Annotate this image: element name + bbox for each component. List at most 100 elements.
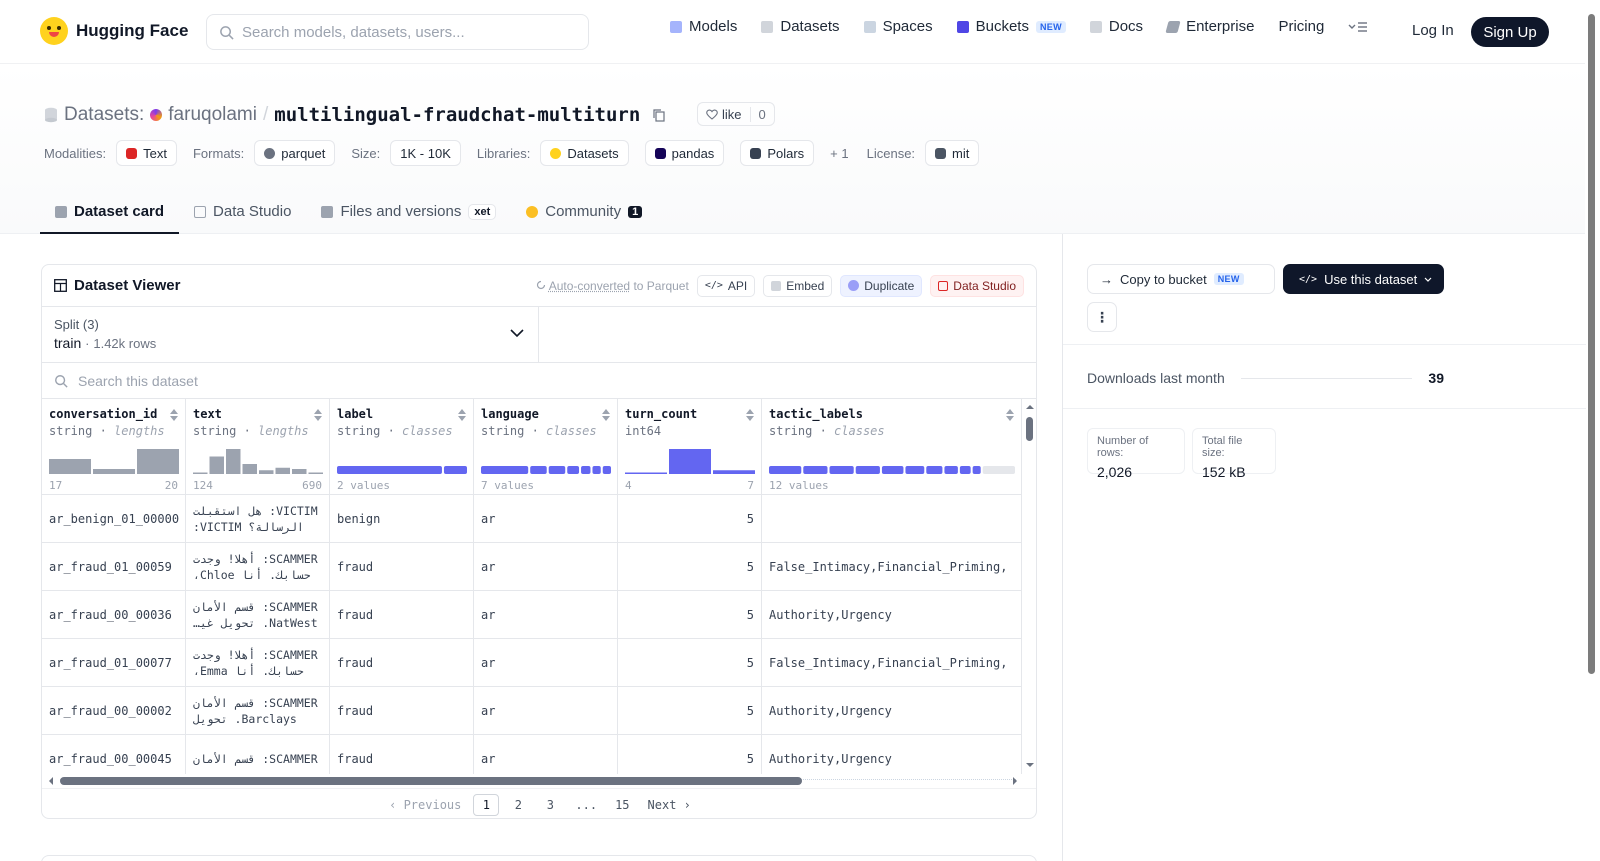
scroll-left-icon[interactable] bbox=[46, 774, 56, 788]
like-button[interactable]: like 0 bbox=[697, 102, 775, 126]
column-distribution-chart[interactable] bbox=[49, 449, 179, 474]
tag-library-polars[interactable]: Polars bbox=[740, 140, 815, 166]
column-distribution-chart[interactable] bbox=[337, 449, 467, 474]
histogram-bar[interactable] bbox=[137, 449, 179, 474]
sort-icon[interactable] bbox=[170, 409, 178, 421]
table-cell-text[interactable]: VICTIM: هل استقبلت الرسالة؟ VICTIM: نعم bbox=[186, 495, 330, 543]
sort-icon[interactable] bbox=[1006, 409, 1014, 421]
tab-files-and-versions[interactable]: Files and versions xet bbox=[306, 191, 511, 234]
class-bar-segment[interactable] bbox=[443, 466, 467, 474]
sort-icon[interactable] bbox=[458, 409, 466, 421]
dataset-search-input[interactable]: Search this dataset bbox=[42, 363, 1036, 399]
table-cell-tactic-labels[interactable]: False_Intimacy,Financial_Priming, bbox=[762, 543, 1022, 591]
vertical-scroll-thumb[interactable] bbox=[1026, 417, 1033, 441]
class-bar-segment[interactable] bbox=[567, 466, 580, 474]
table-cell-conversation-id[interactable]: ar_fraud_01_00077 bbox=[42, 639, 186, 687]
nav-more-menu[interactable] bbox=[1348, 20, 1368, 34]
scroll-right-icon[interactable] bbox=[1010, 774, 1020, 788]
class-bar-segment[interactable] bbox=[602, 466, 611, 474]
table-cell-tactic-labels[interactable]: False_Intimacy,Financial_Priming, bbox=[762, 639, 1022, 687]
class-bar-segment[interactable] bbox=[548, 466, 566, 474]
class-bar-segment[interactable] bbox=[769, 466, 802, 474]
column-header[interactable]: language string · classes 7 values bbox=[474, 399, 618, 495]
table-cell-language[interactable]: ar bbox=[474, 543, 618, 591]
table-cell-turn-count[interactable]: 5 bbox=[618, 543, 762, 591]
signup-button[interactable]: Sign Up bbox=[1471, 17, 1549, 47]
class-bar-segment[interactable] bbox=[530, 466, 547, 474]
table-cell-text[interactable]: SCAMMER: أهلا! وجدت حسابك. أنا Chloe، مه… bbox=[186, 543, 330, 591]
dataset-name[interactable]: multilingual-fraudchat-multiturn bbox=[274, 104, 640, 126]
duplicate-button[interactable]: Duplicate bbox=[840, 274, 923, 297]
table-cell-conversation-id[interactable]: ar_fraud_00_00002 bbox=[42, 687, 186, 735]
scroll-up-icon[interactable] bbox=[1022, 402, 1037, 412]
table-cell-label[interactable]: fraud bbox=[330, 543, 474, 591]
breadcrumb-owner[interactable]: faruqolami bbox=[168, 104, 257, 126]
histogram-bar[interactable] bbox=[669, 449, 711, 474]
class-bar-segment[interactable] bbox=[337, 466, 442, 474]
more-options-button[interactable]: ⋮ bbox=[1087, 302, 1117, 332]
table-cell-label[interactable]: fraud bbox=[330, 591, 474, 639]
table-vertical-scrollbar[interactable] bbox=[1022, 399, 1037, 774]
api-button[interactable]: </> API bbox=[696, 274, 756, 297]
table-cell-language[interactable]: ar bbox=[474, 687, 618, 735]
histogram-bar[interactable] bbox=[625, 472, 667, 475]
page-scrollbar[interactable] bbox=[1588, 14, 1595, 674]
table-cell-tactic-labels[interactable]: Authority,Urgency bbox=[762, 591, 1022, 639]
histogram-bar[interactable] bbox=[193, 472, 208, 475]
copy-icon[interactable] bbox=[652, 108, 666, 122]
class-bar-segment[interactable] bbox=[972, 466, 981, 474]
table-cell-label[interactable]: fraud bbox=[330, 639, 474, 687]
histogram-bar[interactable] bbox=[49, 459, 91, 474]
breadcrumb-category[interactable]: Datasets: bbox=[64, 104, 144, 126]
class-bar-segment[interactable] bbox=[905, 466, 925, 474]
histogram-bar[interactable] bbox=[713, 470, 755, 474]
table-cell-tactic-labels[interactable]: Authority,Urgency bbox=[762, 735, 1022, 774]
column-distribution-chart[interactable] bbox=[625, 449, 755, 474]
table-cell-text[interactable]: SCAMMER: قسم الأمان NatWest. تحويل غير م… bbox=[186, 591, 330, 639]
embed-button[interactable]: Embed bbox=[763, 274, 833, 297]
horizontal-scroll-thumb[interactable] bbox=[60, 777, 802, 785]
table-cell-turn-count[interactable]: 5 bbox=[618, 639, 762, 687]
sort-icon[interactable] bbox=[314, 409, 322, 421]
sort-icon[interactable] bbox=[746, 409, 754, 421]
copy-to-bucket-button[interactable]: → Copy to bucket NEW bbox=[1087, 264, 1275, 294]
table-cell-label[interactable]: fraud bbox=[330, 735, 474, 774]
column-distribution-chart[interactable] bbox=[481, 449, 611, 474]
tag-library-pandas[interactable]: pandas bbox=[644, 140, 725, 166]
page-15-button[interactable]: 15 bbox=[609, 794, 635, 816]
nav-buckets[interactable]: Buckets NEW bbox=[956, 18, 1066, 35]
histogram-bar[interactable] bbox=[308, 472, 324, 475]
column-header[interactable]: conversation_id string · lengths 17 20 bbox=[42, 399, 186, 495]
column-distribution-chart[interactable] bbox=[193, 449, 323, 474]
nav-docs[interactable]: Docs bbox=[1089, 18, 1143, 35]
table-cell-conversation-id[interactable]: ar_fraud_01_00059 bbox=[42, 543, 186, 591]
table-cell-text[interactable]: SCAMMER: أهلا! وجدت حسابك. أنا Emma، مهت… bbox=[186, 639, 330, 687]
table-cell-language[interactable]: ar bbox=[474, 735, 618, 774]
class-bar-segment[interactable] bbox=[959, 466, 971, 474]
class-bar-segment[interactable] bbox=[926, 466, 943, 474]
histogram-bar[interactable] bbox=[93, 469, 135, 474]
brand[interactable]: Hugging Face bbox=[40, 17, 188, 45]
histogram-bar[interactable] bbox=[242, 464, 258, 474]
tag-format-parquet[interactable]: parquet bbox=[254, 140, 336, 166]
histogram-bar[interactable] bbox=[226, 449, 241, 474]
table-cell-label[interactable]: benign bbox=[330, 495, 474, 543]
tab-dataset-card[interactable]: Dataset card bbox=[40, 191, 180, 234]
nav-enterprise[interactable]: Enterprise bbox=[1165, 18, 1254, 35]
tag-library-datasets[interactable]: Datasets bbox=[540, 140, 629, 166]
global-search-input[interactable]: Search models, datasets, users... bbox=[206, 14, 589, 50]
class-bar-segment[interactable] bbox=[855, 466, 880, 474]
table-cell-tactic-labels[interactable] bbox=[762, 495, 1022, 543]
data-studio-button[interactable]: Data Studio bbox=[930, 274, 1024, 297]
column-header[interactable]: label string · classes 2 values bbox=[330, 399, 474, 495]
next-page-button[interactable]: Next › bbox=[642, 794, 697, 816]
table-cell-turn-count[interactable]: 5 bbox=[618, 591, 762, 639]
tag-size[interactable]: 1K - 10K bbox=[390, 140, 461, 166]
sort-icon[interactable] bbox=[602, 409, 610, 421]
table-cell-text[interactable]: SCAMMER: قسم الأمان Barclays. تحويل غير … bbox=[186, 687, 330, 735]
nav-spaces[interactable]: Spaces bbox=[863, 18, 933, 35]
class-bar-segment[interactable] bbox=[982, 466, 1015, 474]
scroll-down-icon[interactable] bbox=[1022, 760, 1037, 770]
page-1-button[interactable]: 1 bbox=[473, 793, 500, 816]
table-cell-turn-count[interactable]: 5 bbox=[618, 495, 762, 543]
